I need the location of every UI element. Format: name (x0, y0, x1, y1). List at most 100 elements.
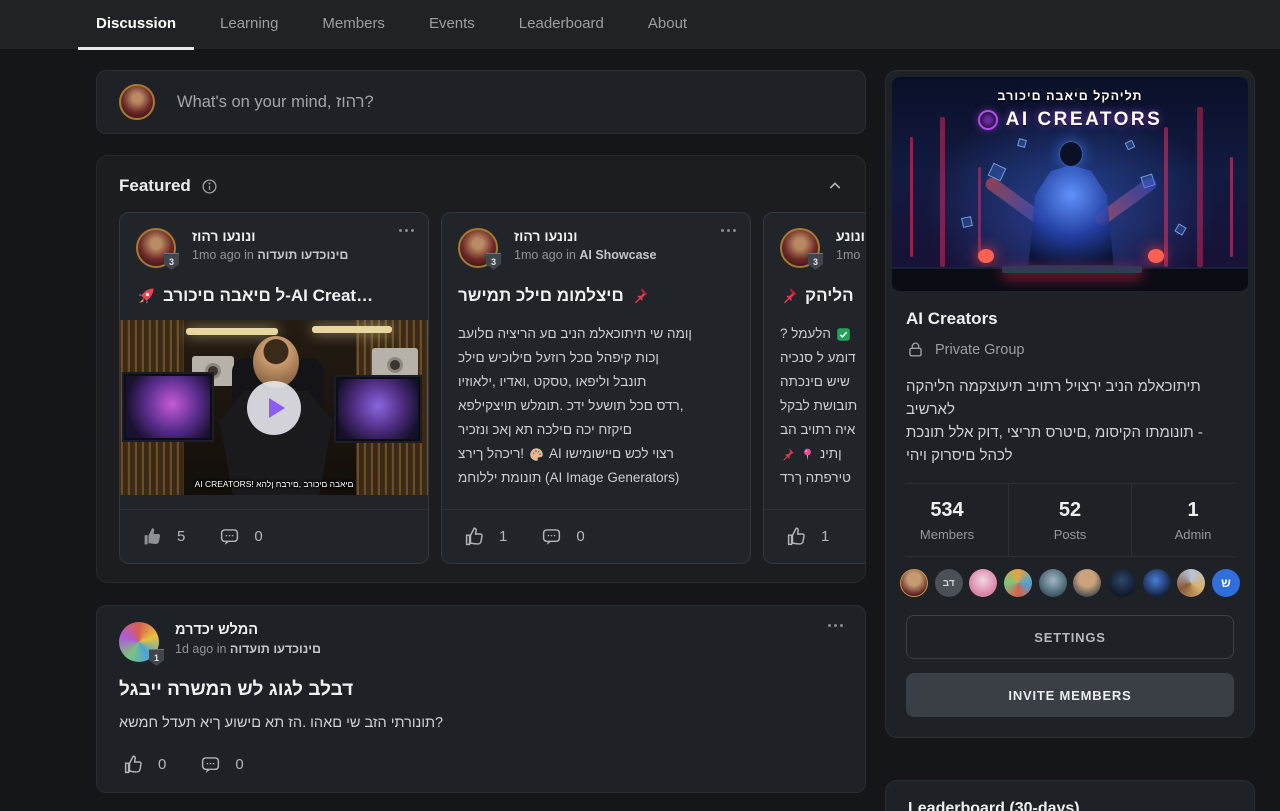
comment-button[interactable] (219, 526, 240, 547)
avatar[interactable]: 3 (136, 228, 176, 268)
member-avatar[interactable] (1004, 569, 1032, 597)
play-icon[interactable] (247, 381, 301, 435)
stat-posts[interactable]: 52 Posts (1008, 484, 1131, 556)
post-title[interactable]: קהילה (805, 286, 854, 306)
member-avatar[interactable] (1039, 569, 1067, 597)
member-avatar[interactable]: ש (1212, 569, 1240, 597)
comment-count: 0 (235, 756, 243, 773)
author-name[interactable]: ענונו (836, 228, 865, 244)
post-title[interactable]: רשימת כלים מומלצים (458, 286, 624, 306)
like-button[interactable] (786, 526, 807, 547)
featured-card-welcome[interactable]: 3 זוהר וענונו 1mo ago in הודעות ועדכונים… (119, 212, 429, 564)
group-description: הקהילה המקצועית ביותר ליוצרי בינה מלאכות… (906, 375, 1234, 467)
stat-members[interactable]: 534 Members (886, 484, 1008, 556)
member-avatar[interactable]: בד (935, 569, 963, 597)
tab-members[interactable]: Members (304, 0, 403, 50)
like-button[interactable] (464, 526, 485, 547)
rocket-icon (136, 286, 156, 306)
pushpin-icon (780, 287, 798, 305)
author-name[interactable]: זוהר וענונו (514, 228, 656, 244)
palette-icon (529, 447, 544, 462)
decor (1002, 266, 1142, 273)
member-avatar[interactable] (1143, 569, 1171, 597)
decor (910, 137, 913, 257)
privacy-label: Private Group (935, 342, 1024, 358)
top-tab-bar: Discussion Learning Members Events Leade… (0, 0, 1280, 50)
member-avatar-row: בד ש (900, 569, 1240, 597)
divider (906, 556, 1234, 557)
comment-button[interactable] (541, 526, 562, 547)
video-caption: AI CREATORS! אהלן חברים, ברוכים הבאים (120, 479, 428, 489)
feed-post[interactable]: 1 מרדכי שלמה 1d ago in הודעות ועדכונים ל… (96, 605, 866, 793)
kebab-menu-icon[interactable] (721, 229, 736, 232)
decor (978, 167, 981, 257)
settings-button[interactable]: SETTINGS (906, 615, 1234, 659)
group-name: AI Creators (906, 309, 1234, 329)
post-title[interactable]: ברוכים הבאים ל-AI Creat… (163, 286, 373, 306)
category-link[interactable]: הודעות ועדכונים (230, 642, 321, 656)
post-meta: 1d ago in הודעות ועדכונים (175, 642, 321, 656)
decor (1059, 141, 1083, 167)
featured-section: Featured 3 זוהר וענונו 1mo ago in הודעות… (96, 155, 866, 583)
avatar[interactable]: 3 (780, 228, 820, 268)
post-title[interactable]: לגביי הרשמה של גוגל בלבד (119, 679, 843, 701)
check-icon (836, 327, 851, 342)
tab-about[interactable]: About (630, 0, 705, 50)
kebab-menu-icon[interactable] (399, 229, 414, 232)
level-badge: 1 (149, 649, 164, 666)
video-thumbnail[interactable]: AI CREATORS! אהלן חברים, ברוכים הבאים (120, 320, 428, 495)
like-count: 5 (177, 528, 185, 545)
decor (1148, 249, 1164, 263)
lock-icon (906, 340, 925, 359)
member-avatar[interactable] (1073, 569, 1101, 597)
post-composer[interactable]: What's on your mind, זוהר? (96, 70, 866, 134)
post-meta: 1mo ago in AI Showcase (514, 248, 656, 262)
decor (1125, 140, 1136, 151)
banner-logo-text: AI CREATORS (1006, 109, 1163, 131)
level-badge: 3 (808, 253, 823, 270)
category-link[interactable]: AI Showcase (579, 248, 656, 262)
decor (334, 375, 422, 443)
category-link[interactable]: הודעות ועדכונים (257, 248, 348, 262)
avatar (119, 84, 155, 120)
comment-button[interactable] (200, 754, 221, 775)
featured-card-tools[interactable]: 3 זוהר וענונו 1mo ago in AI Showcase רשי… (441, 212, 751, 564)
like-count: 1 (821, 528, 829, 545)
info-icon[interactable] (201, 178, 218, 195)
tab-learning[interactable]: Learning (202, 0, 296, 50)
decor (940, 117, 945, 267)
featured-title: Featured (119, 176, 191, 196)
decor (122, 372, 214, 442)
chevron-up-icon[interactable] (827, 178, 843, 194)
decor (186, 328, 278, 335)
author-name[interactable]: מרדכי שלמה (175, 622, 321, 638)
stat-admin[interactable]: 1 Admin (1131, 484, 1254, 556)
comment-count: 0 (254, 528, 262, 545)
composer-prompt[interactable]: What's on your mind, זוהר? (177, 93, 374, 112)
post-meta: 1mo (836, 248, 865, 262)
featured-card-community[interactable]: 3 ענונו 1mo קהילה ? למעלה היכנס ל עמוד (763, 212, 865, 564)
tab-leaderboard[interactable]: Leaderboard (501, 0, 622, 50)
member-avatar[interactable] (900, 569, 928, 597)
avatar[interactable]: 1 (119, 622, 159, 662)
like-button[interactable] (142, 526, 163, 547)
decor (312, 326, 392, 333)
member-avatar[interactable] (1108, 569, 1136, 597)
pushpin-icon (780, 447, 795, 462)
avatar[interactable]: 3 (458, 228, 498, 268)
author-name[interactable]: זוהר וענונו (192, 228, 348, 244)
post-body: בעולם היצירה עם בינה מלאכותית יש המון כל… (458, 322, 734, 490)
round-pin-icon (800, 447, 815, 462)
member-avatar[interactable] (1177, 569, 1205, 597)
decor (1164, 127, 1168, 267)
member-avatar[interactable] (969, 569, 997, 597)
like-button[interactable] (123, 754, 144, 775)
tab-events[interactable]: Events (411, 0, 493, 50)
leaderboard-card-title: Leaderboard (30-days) (885, 780, 1255, 811)
group-banner[interactable]: ברוכים הבאים לקהילת AI CREATORS (892, 77, 1248, 291)
group-card: ברוכים הבאים לקהילת AI CREATORS AI Creat… (885, 70, 1255, 738)
invite-members-button[interactable]: INVITE MEMBERS (906, 673, 1234, 717)
level-badge: 3 (486, 253, 501, 270)
tab-discussion[interactable]: Discussion (78, 0, 194, 50)
kebab-menu-icon[interactable] (828, 624, 843, 627)
